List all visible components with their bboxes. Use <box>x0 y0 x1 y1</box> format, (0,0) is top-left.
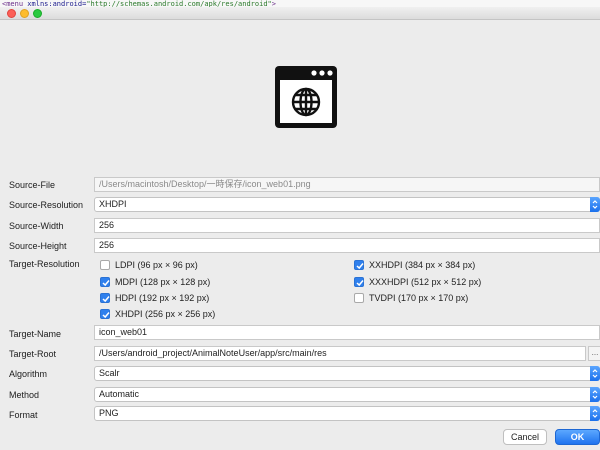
method-value: Automatic <box>99 389 140 399</box>
checkbox-box[interactable] <box>100 277 110 287</box>
checkbox-label: HDPI (192 px × 192 px) <box>115 293 210 303</box>
source-width-field[interactable]: 256 <box>94 218 600 233</box>
checkbox-label: XXHDPI (384 px × 384 px) <box>369 260 476 270</box>
source-resolution-value: XHDPI <box>99 199 127 209</box>
close-window-button[interactable] <box>7 9 16 18</box>
source-resolution-select[interactable]: XHDPI <box>94 197 600 212</box>
checkbox-label: XHDPI (256 px × 256 px) <box>115 309 216 319</box>
source-resolution-label: Source-Resolution <box>9 200 84 210</box>
ok-button[interactable]: OK <box>555 429 600 445</box>
checkbox-box[interactable] <box>354 277 364 287</box>
source-width-label: Source-Width <box>9 221 64 231</box>
browser-window-globe-icon <box>273 64 339 130</box>
dialog-titlebar <box>0 7 600 20</box>
checkbox-box[interactable] <box>100 293 110 303</box>
format-label: Format <box>9 410 38 420</box>
zoom-window-button[interactable] <box>33 9 42 18</box>
checkbox-label: MDPI (128 px × 128 px) <box>115 277 211 287</box>
source-file-label: Source-File <box>9 180 56 190</box>
checkbox-box[interactable] <box>354 260 364 270</box>
checkmark-icon <box>102 280 110 287</box>
target-root-field[interactable]: /Users/android_project/AnimalNoteUser/ap… <box>94 346 586 361</box>
cancel-button[interactable]: Cancel <box>503 429 547 445</box>
format-select[interactable]: PNG <box>94 406 600 421</box>
checkbox-tvdpi[interactable]: TVDPI (170 px × 170 px) <box>354 292 468 304</box>
checkbox-hdpi[interactable]: HDPI (192 px × 192 px) <box>100 292 209 304</box>
target-resolution-label: Target-Resolution <box>9 259 80 269</box>
checkbox-label: LDPI (96 px × 96 px) <box>115 260 198 270</box>
target-name-field[interactable]: icon_web01 <box>94 325 600 340</box>
target-root-label: Target-Root <box>9 349 57 359</box>
checkbox-mdpi[interactable]: MDPI (128 px × 128 px) <box>100 276 210 288</box>
browse-button[interactable]: ... <box>588 346 600 361</box>
method-select[interactable]: Automatic <box>94 387 600 402</box>
checkbox-box[interactable] <box>100 309 110 319</box>
chevron-up-down-icon <box>590 406 600 421</box>
source-file-field: /Users/macintosh/Desktop/一時保存/icon_web01… <box>94 177 600 192</box>
chevron-up-down-icon <box>590 387 600 402</box>
checkbox-box[interactable] <box>100 260 110 270</box>
checkbox-xxxhdpi[interactable]: XXXHDPI (512 px × 512 px) <box>354 276 481 288</box>
format-value: PNG <box>99 408 119 418</box>
chevron-up-down-icon <box>590 197 600 212</box>
minimize-window-button[interactable] <box>20 9 29 18</box>
checkbox-xxhdpi[interactable]: XXHDPI (384 px × 384 px) <box>354 259 475 271</box>
checkmark-icon <box>102 296 110 303</box>
checkmark-icon <box>102 312 110 319</box>
checkbox-ldpi[interactable]: LDPI (96 px × 96 px) <box>100 259 198 271</box>
algorithm-select[interactable]: Scalr <box>94 366 600 381</box>
source-height-field[interactable]: 256 <box>94 238 600 253</box>
checkmark-icon <box>356 263 364 270</box>
chevron-up-down-icon <box>590 366 600 381</box>
target-name-label: Target-Name <box>9 329 62 339</box>
checkmark-icon <box>356 280 364 287</box>
algorithm-value: Scalr <box>99 368 120 378</box>
checkbox-label: XXXHDPI (512 px × 512 px) <box>369 277 482 287</box>
checkbox-xhdpi[interactable]: XHDPI (256 px × 256 px) <box>100 308 215 320</box>
checkbox-label: TVDPI (170 px × 170 px) <box>369 293 469 303</box>
source-height-label: Source-Height <box>9 241 67 251</box>
algorithm-label: Algorithm <box>9 369 48 379</box>
method-label: Method <box>9 390 40 400</box>
checkbox-box[interactable] <box>354 293 364 303</box>
